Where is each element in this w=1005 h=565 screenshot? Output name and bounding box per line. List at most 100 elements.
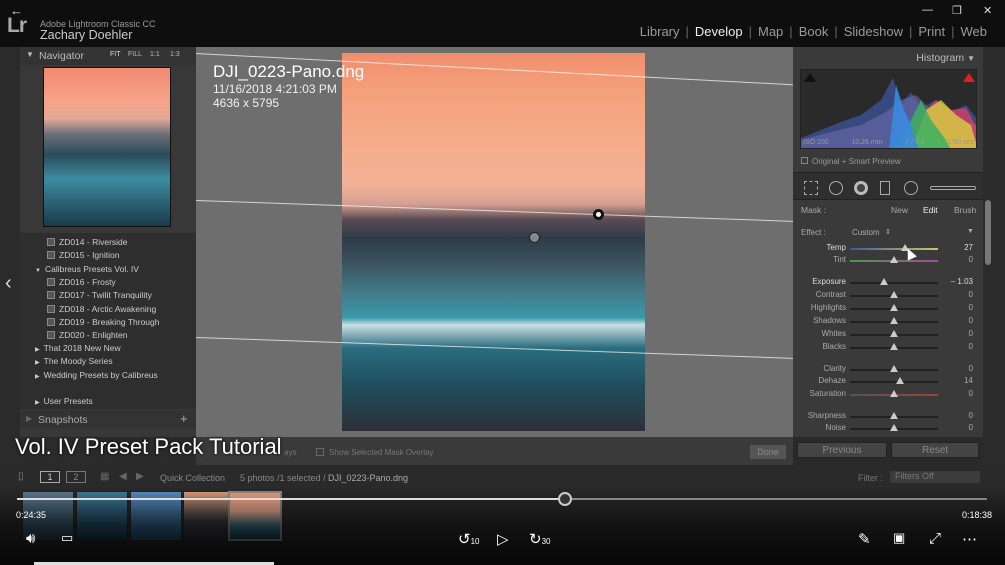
rewind-icon[interactable]: ↺10 <box>458 530 479 548</box>
module-slideshow[interactable]: Slideshow <box>838 24 909 39</box>
slider-thumb[interactable] <box>890 330 898 337</box>
slider-saturation[interactable]: Saturation 0 <box>793 388 983 401</box>
spot-removal-tool-icon[interactable] <box>829 181 843 195</box>
mask-new-button[interactable]: New <box>891 205 908 215</box>
slider-thumb[interactable] <box>890 317 898 324</box>
preset-folder[interactable]: ▼ Calibreus Presets Vol. IV <box>35 264 139 274</box>
volume-icon[interactable]: 🔊︎ <box>26 530 35 547</box>
snapshots-header[interactable]: ▶ Snapshots + <box>20 410 196 428</box>
module-map[interactable]: Map <box>752 24 789 39</box>
slider-value[interactable]: – 1.03 <box>951 277 973 286</box>
reset-button[interactable]: Reset <box>891 442 979 458</box>
video-scrubber[interactable] <box>558 492 573 506</box>
slider-value[interactable]: 0 <box>969 389 973 398</box>
preset-folder[interactable]: ▶ That 2018 New New <box>35 343 121 353</box>
overlay-checkbox[interactable] <box>316 448 324 456</box>
slider-dehaze[interactable]: Dehaze 14 <box>793 375 983 388</box>
effect-select[interactable]: Custom <box>852 228 880 237</box>
close-icon[interactable]: ✕ <box>983 4 992 17</box>
preset-folder[interactable]: ▶ User Presets <box>35 396 93 406</box>
slider-track[interactable] <box>850 282 938 284</box>
histogram-header[interactable]: Histogram ▼ <box>793 47 983 69</box>
zoom-fill[interactable]: FILL <box>128 51 142 58</box>
slider-value[interactable]: 0 <box>969 290 973 299</box>
slider-value[interactable]: 0 <box>969 423 973 432</box>
slider-value[interactable]: 0 <box>969 342 973 351</box>
slider-highlights[interactable]: Highlights 0 <box>793 302 983 315</box>
slider-thumb[interactable] <box>890 412 898 419</box>
navigator-preview[interactable] <box>43 67 171 227</box>
restore-icon[interactable]: ❐ <box>952 4 962 17</box>
slider-value[interactable]: 0 <box>969 255 973 264</box>
mask-edit-button[interactable]: Edit <box>923 205 938 215</box>
done-button[interactable]: Done <box>750 445 786 459</box>
slider-noise[interactable]: Noise 0 <box>793 422 983 435</box>
module-library[interactable]: Library <box>634 24 686 39</box>
radial-filter-tool-icon[interactable] <box>904 181 918 195</box>
left-panel-toggle-icon[interactable]: ‹ <box>5 272 12 295</box>
highlight-clipping-indicator[interactable] <box>963 73 975 82</box>
module-web[interactable]: Web <box>955 24 994 39</box>
slider-track[interactable] <box>850 381 938 383</box>
secondary-display-icon[interactable]: ▯ <box>18 471 24 482</box>
slider-value[interactable]: 27 <box>964 243 973 252</box>
preset-item[interactable]: ZD015 - Ignition <box>47 250 119 260</box>
mask-brush-button[interactable]: Brush <box>954 205 976 215</box>
slider-thumb[interactable] <box>896 377 905 384</box>
source-collection[interactable]: Quick Collection <box>160 473 225 483</box>
navigator-header[interactable]: ▼ Navigator FIT FILL 1:1 1:3 <box>20 47 196 65</box>
page-1-button[interactable]: 1 <box>40 471 60 483</box>
loupe-view[interactable]: DJI_0223-Pano.dng 11/16/2018 4:21:03 PM … <box>195 47 796 437</box>
slider-whites[interactable]: Whites 0 <box>793 328 983 341</box>
play-icon[interactable]: ▷ <box>497 530 509 548</box>
module-book[interactable]: Book <box>793 24 835 39</box>
preset-folder[interactable]: ▶ The Moody Series <box>35 356 113 366</box>
slider-thumb[interactable] <box>890 390 898 397</box>
zoom-fit[interactable]: FIT <box>110 51 121 58</box>
next-photo-icon[interactable]: ▶ <box>136 471 144 482</box>
more-options-icon[interactable]: ⋯ <box>962 530 977 548</box>
graduated-filter-tool-icon[interactable] <box>880 181 890 195</box>
slider-value[interactable]: 0 <box>969 316 973 325</box>
zoom-1-1[interactable]: 1:1 <box>150 51 160 58</box>
shadow-clipping-indicator[interactable] <box>804 73 816 82</box>
module-print[interactable]: Print <box>912 24 951 39</box>
red-eye-tool-icon[interactable] <box>854 181 868 195</box>
slider-thumb[interactable] <box>890 365 898 372</box>
effect-dropdown-icon[interactable]: ⇕ <box>885 228 891 236</box>
crop-tool-icon[interactable] <box>804 181 818 195</box>
slider-exposure[interactable]: Exposure – 1.03 <box>793 276 983 289</box>
mask-pin-active[interactable] <box>593 209 604 220</box>
photo-preview[interactable] <box>342 53 645 431</box>
slider-track[interactable] <box>850 248 938 250</box>
slider-contrast[interactable]: Contrast 0 <box>793 289 983 302</box>
slider-value[interactable]: 0 <box>969 329 973 338</box>
adjustment-brush-tool-icon[interactable] <box>930 186 976 190</box>
effect-collapse-icon[interactable]: ▼ <box>967 228 974 235</box>
previous-button[interactable]: Previous <box>797 442 887 458</box>
mask-pin[interactable] <box>529 232 540 243</box>
slider-tint[interactable]: Tint 0 <box>793 254 983 267</box>
fullscreen-icon[interactable]: ⤢ <box>929 530 941 547</box>
right-panel-scrollbar[interactable] <box>985 200 991 265</box>
slider-thumb[interactable] <box>880 278 889 285</box>
preset-folder[interactable]: ▶ Wedding Presets by Calibreus <box>35 370 158 380</box>
minimize-icon[interactable]: — <box>922 4 933 16</box>
slider-value[interactable]: 0 <box>969 303 973 312</box>
preset-item[interactable]: ZD017 - Twilit Tranquility <box>47 290 152 300</box>
filter-select[interactable]: Filters Off <box>890 471 980 483</box>
add-snapshot-button[interactable]: + <box>180 411 188 426</box>
edit-pencil-icon[interactable]: ✎ <box>858 530 871 548</box>
preset-item[interactable]: ZD018 - Arctic Awakening <box>47 304 156 314</box>
slider-value[interactable]: 0 <box>969 364 973 373</box>
grid-view-icon[interactable]: ▦ <box>100 471 109 482</box>
module-develop[interactable]: Develop <box>689 24 749 39</box>
slider-value[interactable]: 14 <box>964 376 973 385</box>
slider-thumb[interactable] <box>890 424 898 431</box>
captions-icon[interactable]: ▭ <box>61 530 73 546</box>
mini-player-icon[interactable]: ▣ <box>893 530 905 546</box>
slider-thumb[interactable] <box>890 304 898 311</box>
slider-thumb[interactable] <box>890 343 898 350</box>
histogram[interactable] <box>800 69 977 149</box>
zoom-1-3[interactable]: 1:3 <box>170 51 180 58</box>
